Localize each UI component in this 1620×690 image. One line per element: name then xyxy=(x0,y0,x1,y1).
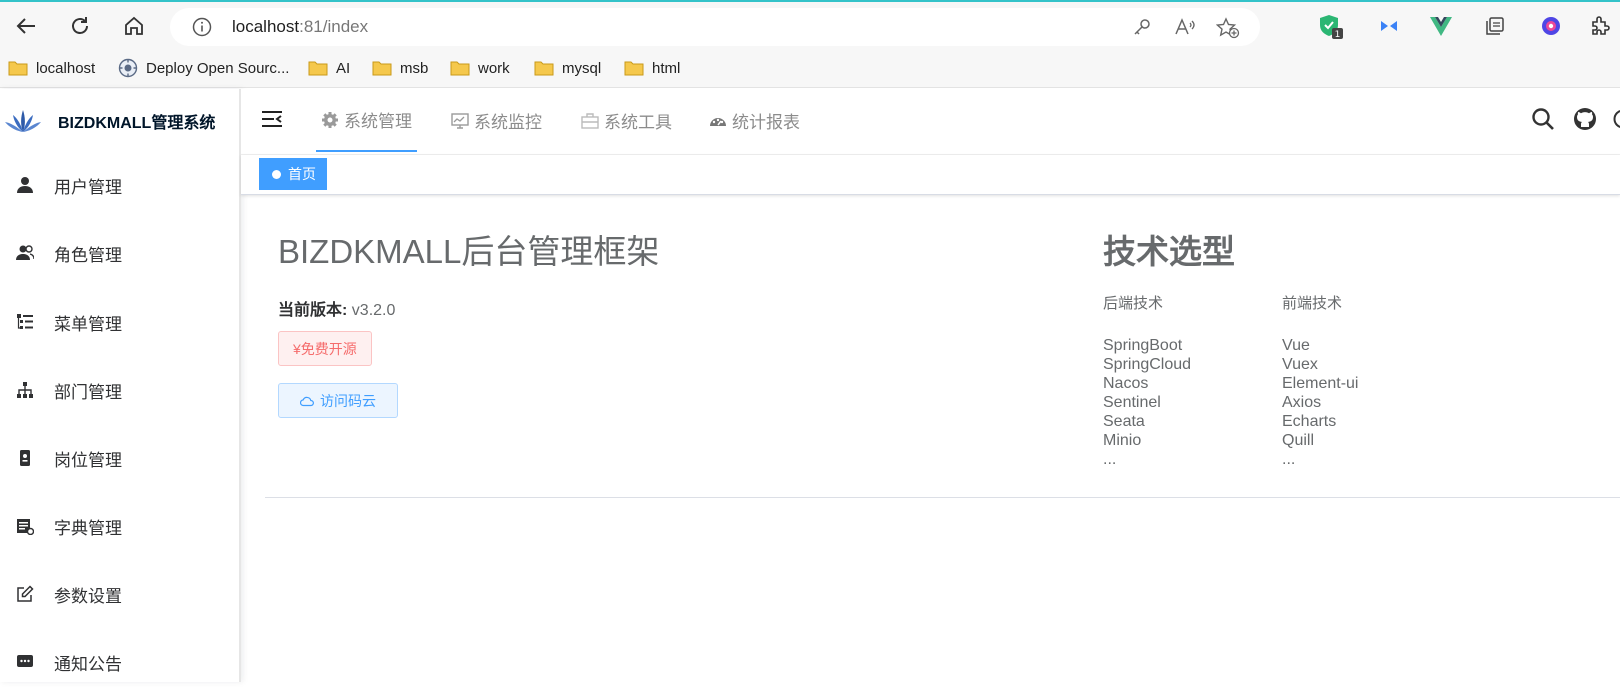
edit-icon xyxy=(16,585,34,603)
sidebar-item-role[interactable]: 角色管理 xyxy=(0,225,239,281)
list-item: Vuex xyxy=(1282,355,1358,374)
tag-home[interactable]: 首页 xyxy=(259,158,327,190)
refresh-icon xyxy=(69,15,91,37)
list-item: Minio xyxy=(1103,431,1191,450)
sidebar-item-menu[interactable]: 菜单管理 xyxy=(0,294,239,350)
tags-view: 首页 xyxy=(241,155,1620,195)
list-item: Quill xyxy=(1282,431,1358,450)
sidebar-item-config[interactable]: 参数设置 xyxy=(0,566,239,622)
list-item: Echarts xyxy=(1282,412,1358,431)
question-icon[interactable] xyxy=(1613,109,1620,134)
top-navbar: 系统管理 系统监控 系统工具 统计报表 xyxy=(241,89,1620,155)
url-text: localhost:81/index xyxy=(232,17,368,37)
message-icon xyxy=(16,653,34,671)
tree-table-icon xyxy=(16,313,34,331)
tree-icon xyxy=(16,381,34,399)
address-bar[interactable]: localhost:81/index xyxy=(170,8,1260,46)
folder-icon xyxy=(372,60,392,76)
sidebar-item-user[interactable]: 用户管理 xyxy=(0,157,239,213)
browser-toolbar: localhost:81/index 1 xyxy=(0,0,1620,48)
extension-bowtie-icon[interactable] xyxy=(1376,13,1402,39)
list-item: Axios xyxy=(1282,393,1358,412)
extension-badge: 1 xyxy=(1335,30,1341,39)
sidebar-item-dept[interactable]: 部门管理 xyxy=(0,362,239,418)
search-icon[interactable] xyxy=(1531,107,1555,136)
dict-icon xyxy=(16,517,34,535)
folder-icon xyxy=(450,60,470,76)
bookmark-html[interactable]: html xyxy=(624,56,680,80)
tab-system-tools[interactable]: 系统工具 xyxy=(581,89,672,152)
frontend-tech-column: 前端技术 Vue Vuex Element-ui Axios Echarts Q… xyxy=(1282,292,1358,469)
list-item: Vue xyxy=(1282,336,1358,355)
sidebar-item-post[interactable]: 岗位管理 xyxy=(0,430,239,486)
list-item: Nacos xyxy=(1103,374,1191,393)
extension-round-icon[interactable] xyxy=(1538,13,1564,39)
free-open-source-button[interactable]: ¥免费开源 xyxy=(278,331,372,366)
frontend-title: 前端技术 xyxy=(1282,292,1358,313)
folder-icon xyxy=(534,60,554,76)
list-item: Sentinel xyxy=(1103,393,1191,412)
collections-icon[interactable] xyxy=(1482,13,1508,39)
tab-statistics-reports[interactable]: 统计报表 xyxy=(709,89,800,152)
tab-system-management[interactable]: 系统管理 xyxy=(316,89,417,152)
bookmark-deploy[interactable]: Deploy Open Sourc... xyxy=(118,56,289,80)
globe-icon xyxy=(118,58,138,78)
extensions-puzzle-icon[interactable] xyxy=(1588,13,1614,39)
dashboard-icon xyxy=(709,112,727,130)
read-aloud-icon[interactable] xyxy=(1174,17,1196,42)
lotus-logo-icon xyxy=(4,108,42,134)
bookmark-msb[interactable]: msb xyxy=(372,56,428,80)
folder-icon xyxy=(624,60,644,76)
tab-system-monitor[interactable]: 系统监控 xyxy=(451,89,542,152)
active-dot xyxy=(272,170,281,179)
list-item: SpringBoot xyxy=(1103,336,1191,355)
peoples-icon xyxy=(16,244,34,262)
list-item: ... xyxy=(1103,450,1191,469)
content-divider xyxy=(265,497,1620,498)
vue-devtools-icon[interactable] xyxy=(1428,13,1454,39)
extension-shield-icon[interactable]: 1 xyxy=(1318,13,1344,39)
list-item: SpringCloud xyxy=(1103,355,1191,374)
home-icon xyxy=(123,15,145,37)
list-item: Element-ui xyxy=(1282,374,1358,393)
version-label: 当前版本: xyxy=(278,302,347,319)
bookmark-work[interactable]: work xyxy=(450,56,510,80)
list-item: ... xyxy=(1282,450,1358,469)
gear-icon xyxy=(321,111,339,129)
favorite-add-icon[interactable] xyxy=(1216,17,1240,44)
backend-tech-column: 后端技术 SpringBoot SpringCloud Nacos Sentin… xyxy=(1103,292,1191,469)
page-title: BIZDKMALL后台管理框架 xyxy=(278,225,659,273)
sidebar-item-dict[interactable]: 字典管理 xyxy=(0,498,239,554)
version-value: v3.2.0 xyxy=(352,302,396,319)
hamburger-icon[interactable] xyxy=(261,109,283,134)
back-button[interactable] xyxy=(10,10,42,42)
home-button[interactable] xyxy=(118,10,150,42)
user-icon xyxy=(16,176,34,194)
sidebar: BIZDKMALL管理系统 用户管理 角色管理 菜单管理 部门管理 岗位管理 字… xyxy=(0,89,241,682)
backend-title: 后端技术 xyxy=(1103,292,1191,313)
toolbox-icon xyxy=(581,112,599,130)
github-icon[interactable] xyxy=(1573,107,1597,136)
backend-list: SpringBoot SpringCloud Nacos Sentinel Se… xyxy=(1103,336,1191,469)
cloud-icon xyxy=(300,395,314,407)
key-icon[interactable] xyxy=(1132,17,1152,42)
info-icon[interactable] xyxy=(192,17,212,42)
post-icon xyxy=(16,449,34,467)
logo-title: BIZDKMALL管理系统 xyxy=(58,109,215,133)
list-item: Seata xyxy=(1103,412,1191,431)
folder-icon xyxy=(308,60,328,76)
bookmark-ai[interactable]: AI xyxy=(308,56,350,80)
logo[interactable]: BIZDKMALL管理系统 xyxy=(4,103,240,139)
folder-icon xyxy=(8,60,28,76)
version-info: 当前版本: v3.2.0 xyxy=(278,296,395,320)
bookmark-localhost[interactable]: localhost xyxy=(8,56,95,80)
refresh-button[interactable] xyxy=(64,10,96,42)
monitor-icon xyxy=(451,112,469,130)
bookmark-mysql[interactable]: mysql xyxy=(534,56,601,80)
visit-gitee-button[interactable]: 访问码云 xyxy=(278,383,398,418)
frontend-list: Vue Vuex Element-ui Axios Echarts Quill … xyxy=(1282,336,1358,469)
tech-selection-title: 技术选型 xyxy=(1103,225,1235,273)
arrow-left-icon xyxy=(15,15,37,37)
bookmarks-bar: localhost Deploy Open Sourc... AI msb wo… xyxy=(0,48,1620,88)
